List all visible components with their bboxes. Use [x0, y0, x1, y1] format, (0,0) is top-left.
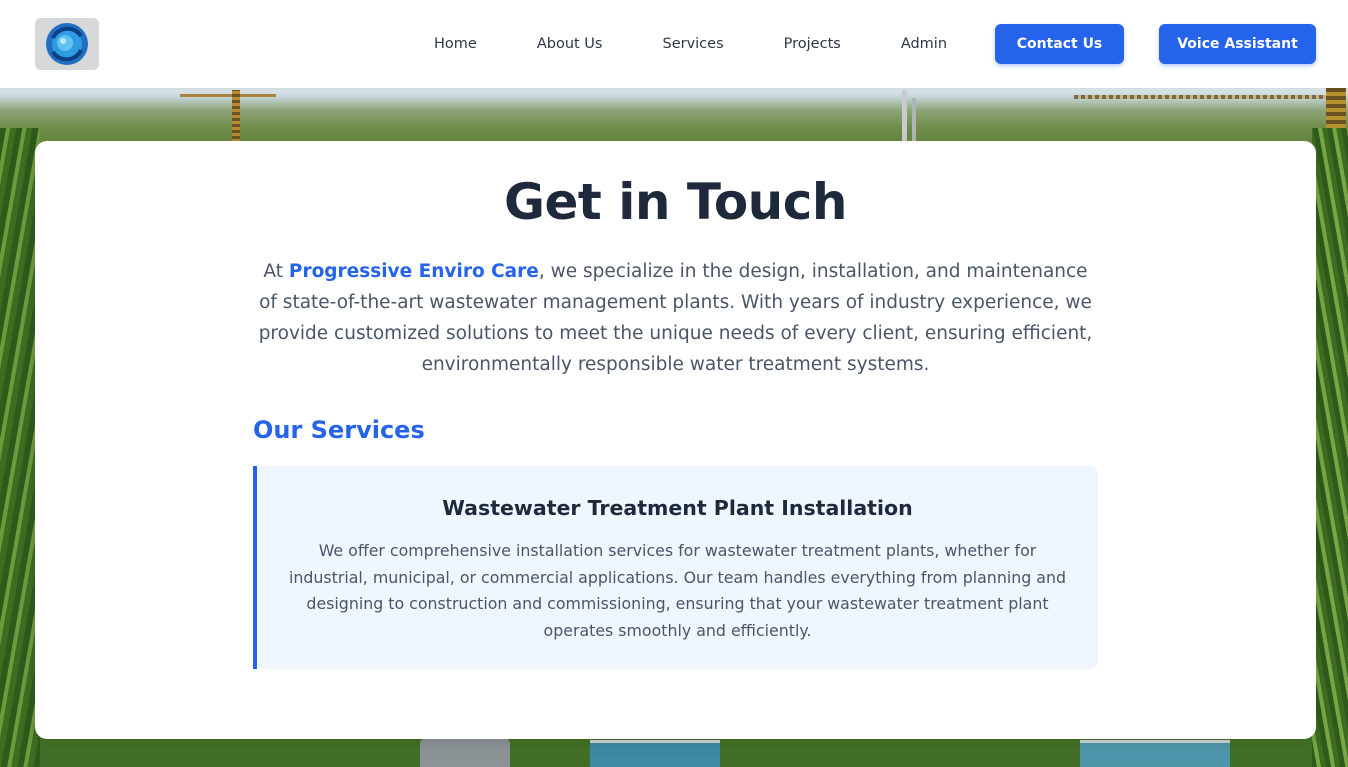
foliage-right [1312, 128, 1348, 767]
service-description: We offer comprehensive installation serv… [288, 541, 1067, 640]
site-header: Home About Us Services Projects Admin Co… [0, 0, 1348, 88]
crane-jib-right [1074, 95, 1344, 99]
site-logo[interactable] [35, 18, 99, 70]
nav-services[interactable]: Services [632, 24, 753, 64]
services-heading: Our Services [253, 416, 425, 444]
chimney-stack [912, 98, 916, 142]
treatment-tank [420, 738, 510, 767]
nav-home[interactable]: Home [404, 24, 507, 64]
nav-projects[interactable]: Projects [754, 24, 871, 64]
crane-mast-left [232, 90, 240, 142]
main-nav: Home About Us Services Projects Admin [404, 24, 977, 64]
service-title: Wastewater Treatment Plant Installation [442, 496, 913, 520]
treatment-pond [590, 740, 720, 767]
circular-water-logo-icon [46, 23, 88, 65]
intro-prefix: At [263, 261, 289, 282]
intro-paragraph: At Progressive Enviro Care, we specializ… [253, 256, 1098, 380]
treatment-pond [1080, 740, 1230, 767]
crane-jib-left [180, 94, 276, 97]
chimney-stack [902, 90, 907, 142]
nav-about-us[interactable]: About Us [507, 24, 633, 64]
contact-us-button[interactable]: Contact Us [995, 24, 1124, 64]
foliage-left [0, 128, 40, 767]
contact-card: Get in Touch At Progressive Enviro Care,… [35, 141, 1316, 739]
brand-name: Progressive Enviro Care [288, 261, 539, 282]
page-title: Get in Touch [503, 173, 848, 231]
voice-assistant-button[interactable]: Voice Assistant [1159, 24, 1316, 64]
service-card: Wastewater Treatment Plant Installation … [253, 466, 1098, 669]
nav-admin[interactable]: Admin [871, 24, 977, 64]
